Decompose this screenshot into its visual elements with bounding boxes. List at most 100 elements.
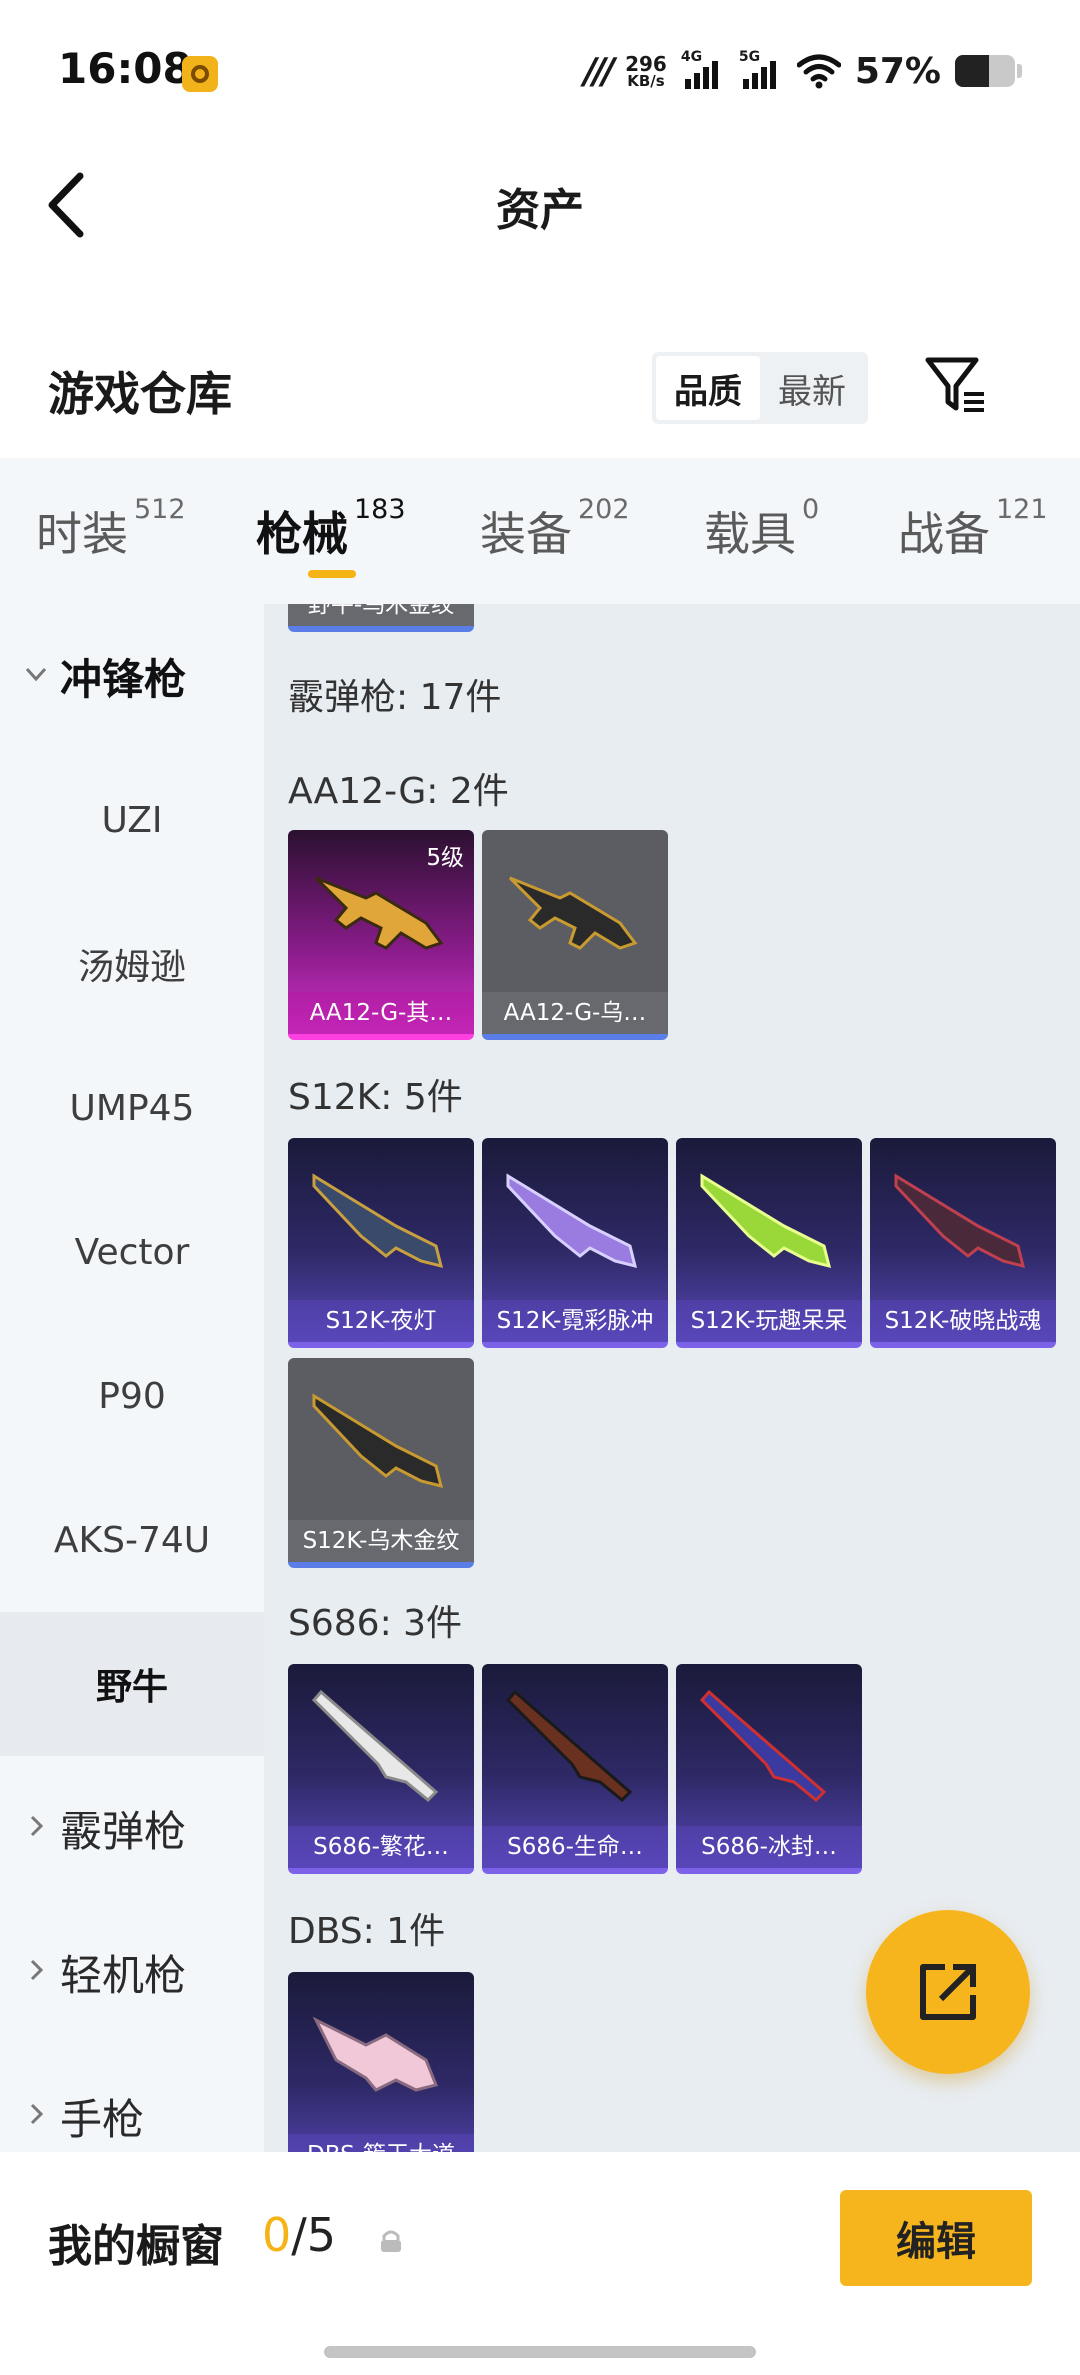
- weapon-card-label: DBS-簇王大道: [288, 2134, 474, 2152]
- net-speed: 296 KB/s: [625, 54, 667, 89]
- net-speed-unit: KB/s: [627, 71, 665, 90]
- weapon-card-label: 野牛-乌木金纹: [288, 604, 474, 626]
- weapon-card[interactable]: S12K-夜灯: [288, 1138, 474, 1348]
- tab-equipment[interactable]: 装备 202: [480, 494, 630, 564]
- category-tabs: 时装 512 枪械 183 装备 202 载具 0 战备 121: [0, 458, 1080, 604]
- sidebar-category-label: 霰弹枪: [60, 1806, 187, 1856]
- hyperos-icon: ///: [583, 50, 616, 92]
- share-button[interactable]: [866, 1910, 1030, 2074]
- weapon-card[interactable]: S686-繁花…: [288, 1664, 474, 1874]
- signal-icon: 4G: [681, 49, 725, 91]
- sidebar-category-label: 冲锋枪: [60, 654, 187, 704]
- weapon-card-label: S686-繁花…: [288, 1826, 474, 1868]
- status-time: 16:08: [58, 44, 192, 93]
- weapon-card[interactable]: S12K-乌木金纹: [288, 1358, 474, 1568]
- shotgun-icon: [894, 1173, 1026, 1269]
- weapon-card[interactable]: S686-生命…: [482, 1664, 668, 1874]
- shotgun-icon: [314, 876, 444, 950]
- category-title: 霰弹枪: 17件: [288, 677, 502, 718]
- weapon-card[interactable]: AA12-G-乌…: [482, 830, 668, 1040]
- tab-combat-gear[interactable]: 战备 121: [898, 494, 1048, 564]
- sidebar-category-smg[interactable]: 冲锋枪: [0, 604, 264, 748]
- tab-count: 121: [996, 494, 1048, 525]
- tab-count: 0: [802, 494, 820, 525]
- tab-indicator: [308, 570, 356, 578]
- signal-icon: 5G: [739, 49, 783, 91]
- sidebar-category-lmg[interactable]: 轻机枪: [0, 1900, 264, 2044]
- group-title: S686: 3件: [288, 1603, 463, 1644]
- app-icon: [182, 56, 218, 92]
- tab-label: 装备: [480, 507, 572, 561]
- shotgun-icon: [699, 1689, 827, 1803]
- chevron-right-icon: [30, 1959, 44, 1981]
- shotgun-icon: [311, 1689, 439, 1803]
- sidebar: 冲锋枪 UZI 汤姆逊 UMP45 Vector P90 AKS-74U 野牛 …: [0, 604, 264, 2152]
- sidebar-item-bizon[interactable]: 野牛: [0, 1612, 264, 1756]
- group-title: S12K: 5件: [288, 1077, 463, 1118]
- filter-icon[interactable]: [922, 352, 988, 418]
- group-title: DBS: 1件: [288, 1911, 446, 1952]
- sidebar-category-shotgun[interactable]: 霰弹枪: [0, 1756, 264, 1900]
- showcase-current: 0: [262, 2208, 292, 2262]
- shotgun-icon: [505, 1689, 633, 1803]
- sidebar-category-label: 轻机枪: [60, 1950, 187, 2000]
- chevron-right-icon: [30, 1815, 44, 1837]
- shotgun-icon: [508, 876, 638, 950]
- weapon-card[interactable]: S12K-玩趣呆呆: [676, 1138, 862, 1348]
- home-indicator[interactable]: [324, 2346, 756, 2358]
- weapon-card-label: S686-生命…: [482, 1826, 668, 1868]
- tab-count: 512: [134, 494, 186, 525]
- sidebar-item-ump45[interactable]: UMP45: [0, 1036, 264, 1180]
- sidebar-item-thompson[interactable]: 汤姆逊: [0, 892, 264, 1036]
- shotgun-icon: [312, 2016, 439, 2092]
- warehouse-title: 游戏仓库: [48, 367, 232, 421]
- edit-button[interactable]: 编辑: [840, 2190, 1032, 2286]
- showcase-count: 0 / 5: [262, 2208, 336, 2262]
- showcase-separator: /: [291, 2208, 307, 2262]
- page-title: 资产: [496, 185, 584, 236]
- tab-weapons[interactable]: 枪械 183: [256, 494, 406, 564]
- tab-label: 战备: [898, 507, 990, 561]
- weapon-card-label: AA12-G-乌…: [482, 992, 668, 1034]
- shotgun-icon: [506, 1173, 638, 1269]
- weapon-card-label: S12K-破晓战魂: [870, 1300, 1056, 1342]
- sidebar-item-uzi[interactable]: UZI: [0, 748, 264, 892]
- tab-count: 183: [354, 494, 406, 525]
- sort-toggle: 品质 最新: [652, 352, 868, 424]
- tab-fashion[interactable]: 时装 512: [36, 494, 186, 564]
- group-title: AA12-G: 2件: [288, 771, 509, 812]
- tab-label: 枪械: [256, 507, 348, 561]
- shotgun-icon: [312, 1393, 444, 1489]
- weapon-card[interactable]: DBS-簇王大道: [288, 1972, 474, 2152]
- weapon-card[interactable]: S12K-破晓战魂: [870, 1138, 1056, 1348]
- tab-label: 时装: [36, 507, 128, 561]
- sort-quality-button[interactable]: 品质: [656, 356, 760, 420]
- chevron-right-icon: [30, 2103, 44, 2125]
- weapon-card[interactable]: 野牛-乌木金纹: [288, 604, 474, 632]
- sort-newest-button[interactable]: 最新: [760, 356, 864, 420]
- lock-icon: [381, 2230, 401, 2252]
- weapon-card-label: S12K-玩趣呆呆: [676, 1300, 862, 1342]
- net-speed-value: 296: [625, 51, 667, 76]
- showcase-max: 5: [306, 2208, 337, 2262]
- showcase-label: 我的橱窗: [48, 2221, 224, 2272]
- chevron-down-icon: [25, 667, 47, 682]
- tab-label: 载具: [704, 507, 796, 561]
- tab-count: 202: [578, 494, 630, 525]
- weapon-card-label: S12K-霓彩脉冲: [482, 1300, 668, 1342]
- weapon-card[interactable]: S12K-霓彩脉冲: [482, 1138, 668, 1348]
- battery-icon: [955, 55, 1015, 87]
- sidebar-item-vector[interactable]: Vector: [0, 1180, 264, 1324]
- sidebar-item-aks74u[interactable]: AKS-74U: [0, 1468, 264, 1612]
- sidebar-category-label: 手枪: [60, 2094, 145, 2144]
- shotgun-icon: [312, 1173, 444, 1269]
- status-bar: 16:08 /// 296 KB/s 4G 5G 57%: [0, 0, 1080, 140]
- tab-vehicles[interactable]: 载具 0: [704, 494, 819, 564]
- sidebar-item-p90[interactable]: P90: [0, 1324, 264, 1468]
- weapon-card-label: S686-冰封…: [676, 1826, 862, 1868]
- weapon-card-label: AA12-G-其…: [288, 992, 474, 1034]
- share-icon: [920, 1964, 976, 2020]
- weapon-card[interactable]: 5级 AA12-G-其…: [288, 830, 474, 1040]
- wifi-icon: [796, 54, 841, 89]
- weapon-card[interactable]: S686-冰封…: [676, 1664, 862, 1874]
